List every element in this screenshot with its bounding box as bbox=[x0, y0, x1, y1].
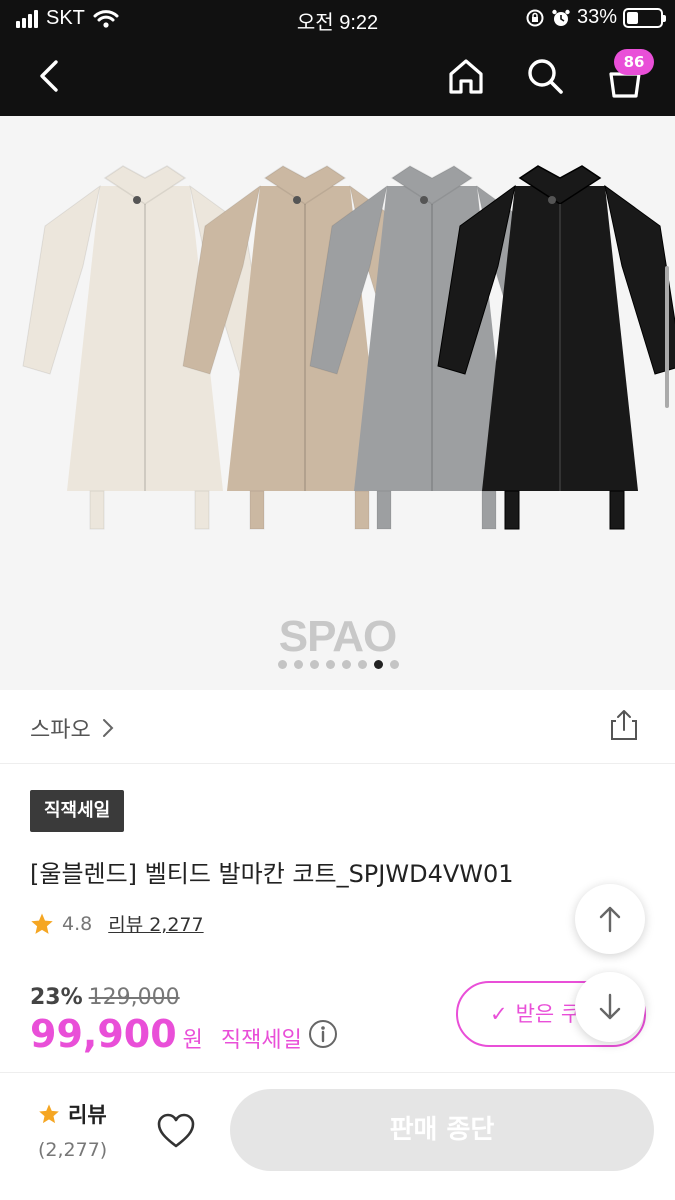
home-icon[interactable] bbox=[446, 56, 486, 96]
rating-value: 4.8 bbox=[62, 912, 93, 935]
status-bar: SKT 오전 9:22 33% bbox=[0, 0, 675, 36]
bottom-action-bar: 리뷰 (2,277) 판매 종단 bbox=[0, 1072, 675, 1200]
bottom-review-count: (2,277) bbox=[38, 1139, 108, 1161]
rating-row: 4.8 리뷰 2,277 bbox=[30, 910, 204, 937]
brand-link[interactable]: 스파오 bbox=[30, 712, 115, 744]
pagination-dot[interactable] bbox=[326, 660, 335, 669]
chevron-right-icon bbox=[102, 719, 114, 737]
scroll-bottom-button[interactable] bbox=[575, 972, 645, 1042]
discount-row: 23% 129,000 bbox=[30, 985, 180, 1010]
review-count-link[interactable]: 리뷰 2,277 bbox=[108, 910, 203, 937]
brand-name: 스파오 bbox=[30, 718, 91, 743]
rotation-lock-icon bbox=[526, 9, 544, 26]
coupon-label: 받은 쿠 bbox=[515, 1002, 581, 1026]
currency-unit: 원 bbox=[182, 1028, 203, 1053]
bottom-review-summary[interactable]: 리뷰 (2,277) bbox=[38, 1099, 107, 1161]
product-photo bbox=[22, 165, 675, 530]
pagination-dot[interactable] bbox=[358, 660, 367, 669]
arrow-up-icon bbox=[599, 906, 621, 933]
check-icon: ✓ bbox=[490, 1002, 508, 1026]
pagination-dot[interactable] bbox=[342, 660, 351, 669]
search-icon[interactable] bbox=[525, 56, 565, 96]
scroll-top-button[interactable] bbox=[575, 884, 645, 954]
battery-icon bbox=[623, 7, 666, 28]
page-scrollbar[interactable] bbox=[665, 266, 669, 408]
battery-percent: 33% bbox=[576, 6, 617, 28]
discount-rate: 23% bbox=[30, 985, 83, 1010]
pagination-dot[interactable] bbox=[390, 660, 399, 669]
star-icon bbox=[39, 1104, 59, 1124]
price-row: 99,900 원 직잭세일 bbox=[30, 1012, 338, 1056]
sale-type-label: 직잭세일 bbox=[220, 1028, 302, 1053]
arrow-down-icon bbox=[599, 993, 621, 1020]
cart-count-badge: 86 bbox=[614, 49, 654, 75]
pagination-dot[interactable] bbox=[310, 660, 319, 669]
back-arrow-icon[interactable] bbox=[30, 56, 70, 96]
star-icon bbox=[31, 913, 53, 934]
bottom-review-label: 리뷰 bbox=[68, 1103, 107, 1127]
sale-badge: 직잭세일 bbox=[30, 790, 125, 832]
info-icon[interactable] bbox=[308, 1019, 338, 1049]
brand-row: 스파오 bbox=[0, 690, 675, 764]
sale-price: 99,900 bbox=[30, 1012, 177, 1056]
brand-watermark: SPAO bbox=[278, 612, 397, 661]
share-icon[interactable] bbox=[607, 708, 641, 742]
top-nav-bar bbox=[0, 36, 675, 116]
pagination-dot[interactable] bbox=[294, 660, 303, 669]
buy-button[interactable]: 판매 종단 bbox=[230, 1089, 654, 1171]
pagination-dot[interactable] bbox=[374, 660, 383, 669]
gallery-pagination-dots bbox=[278, 660, 399, 669]
alarm-icon bbox=[552, 9, 570, 26]
heart-icon[interactable] bbox=[156, 1111, 196, 1151]
original-price: 129,000 bbox=[88, 985, 180, 1010]
product-image-gallery[interactable]: SPAO bbox=[0, 116, 675, 690]
product-title: [울블렌드] 벨티드 발마칸 코트_SPJWD4VW01 bbox=[30, 860, 514, 888]
pagination-dot[interactable] bbox=[278, 660, 287, 669]
